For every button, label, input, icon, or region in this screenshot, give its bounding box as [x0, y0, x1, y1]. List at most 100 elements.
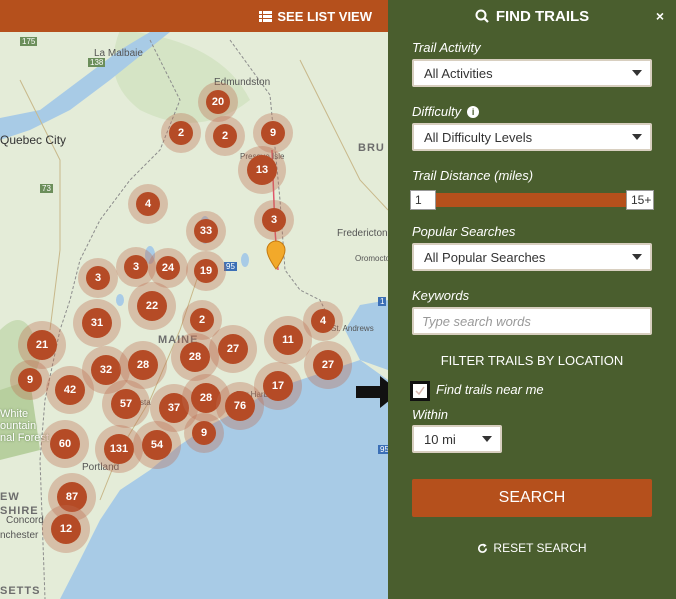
distance-slider-track[interactable]: [412, 193, 652, 207]
road-shield: 175: [20, 37, 38, 46]
chevron-down-icon: [632, 254, 642, 260]
cluster-count: 20: [206, 90, 230, 114]
trail-cluster[interactable]: 2: [161, 113, 201, 153]
difficulty-value: All Difficulty Levels: [424, 129, 533, 145]
cluster-count: 9: [18, 368, 42, 392]
popular-searches-select[interactable]: All Popular Searches: [412, 243, 652, 271]
cluster-count: 19: [194, 259, 218, 283]
cluster-count: 21: [27, 330, 57, 360]
cluster-count: 54: [142, 430, 172, 460]
road-shield: 95: [378, 445, 388, 454]
filter-by-location-heading: FILTER TRAILS BY LOCATION: [440, 353, 624, 368]
place-label: nchester: [0, 530, 39, 541]
cluster-count: 3: [262, 208, 286, 232]
trail-cluster[interactable]: 57: [102, 380, 150, 428]
panel-header: FIND TRAILS ×: [388, 0, 676, 32]
popular-label-text: Popular Searches: [412, 224, 516, 239]
place-label: Fredericton: [337, 228, 388, 239]
reset-search-label: RESET SEARCH: [493, 541, 587, 555]
distance-min-handle[interactable]: 1: [410, 190, 436, 210]
see-list-view-button[interactable]: SEE LIST VIEW: [259, 9, 372, 24]
trail-cluster[interactable]: 2: [205, 116, 245, 156]
trail-cluster[interactable]: 22: [128, 282, 176, 330]
cluster-count: 60: [50, 429, 80, 459]
within-label-text: Within: [412, 407, 449, 422]
popular-searches-label: Popular Searches: [412, 224, 515, 239]
cluster-count: 13: [247, 155, 277, 185]
see-list-view-label: SEE LIST VIEW: [277, 8, 372, 24]
keywords-label: Keywords: [412, 288, 469, 303]
cluster-count: 22: [137, 291, 167, 321]
place-label: Concord: [6, 515, 44, 526]
info-icon[interactable]: i: [467, 105, 480, 118]
reset-search-button[interactable]: RESET SEARCH: [388, 541, 676, 555]
cluster-count: 11: [273, 325, 303, 355]
popular-value: All Popular Searches: [424, 249, 546, 265]
location-pin-icon[interactable]: [266, 240, 286, 270]
trail-cluster[interactable]: 27: [209, 325, 257, 373]
trail-cluster[interactable]: 4: [128, 184, 168, 224]
keywords-label-text: Keywords: [412, 288, 470, 303]
trail-activity-label: Trail Activity: [412, 40, 481, 55]
trail-activity-select[interactable]: All Activities: [412, 59, 652, 87]
trail-cluster[interactable]: 19: [186, 251, 226, 291]
refresh-icon: [478, 542, 488, 553]
difficulty-select[interactable]: All Difficulty Levels: [412, 123, 652, 151]
cluster-count: 2: [213, 124, 237, 148]
search-button[interactable]: SEARCH: [412, 479, 652, 517]
difficulty-label: Difficulty i: [412, 104, 480, 119]
place-label: Oromocto: [355, 254, 388, 263]
trail-cluster[interactable]: 12: [42, 505, 90, 553]
cluster-count: 31: [82, 308, 112, 338]
cluster-count: 4: [311, 309, 335, 333]
list-icon: [259, 10, 273, 22]
trail-cluster[interactable]: 33: [186, 211, 226, 251]
trail-cluster[interactable]: 13: [238, 146, 286, 194]
close-button[interactable]: ×: [656, 8, 664, 24]
trail-cluster[interactable]: 54: [133, 421, 181, 469]
trail-cluster[interactable]: 3: [78, 258, 118, 298]
chevron-down-icon: [632, 134, 642, 140]
keywords-input[interactable]: Type search words: [412, 307, 652, 335]
find-near-me-checkbox[interactable]: [410, 381, 430, 401]
trail-map[interactable]: Quebec City La Malbaie Edmundston Presqu…: [0, 0, 388, 599]
within-value: 10 mi: [424, 431, 456, 447]
cluster-count: 27: [313, 350, 343, 380]
trail-cluster[interactable]: 60: [41, 420, 89, 468]
cluster-count: 28: [180, 342, 210, 372]
place-label: Quebec City: [0, 133, 67, 147]
trail-cluster[interactable]: 3: [254, 200, 294, 240]
cluster-count: 57: [111, 389, 141, 419]
trail-cluster[interactable]: 9: [10, 360, 50, 400]
place-label: BRU: [358, 142, 385, 154]
cluster-count: 12: [51, 514, 81, 544]
cluster-count: 32: [91, 355, 121, 385]
cluster-count: 2: [169, 121, 193, 145]
cluster-count: 131: [104, 434, 134, 464]
cluster-count: 9: [192, 421, 216, 445]
trail-cluster[interactable]: 27: [304, 341, 352, 389]
road-shield: 73: [40, 184, 53, 193]
chevron-down-icon: [632, 70, 642, 76]
near-me-label-text: Find trails near me: [436, 382, 544, 397]
cluster-count: 33: [194, 219, 218, 243]
within-select[interactable]: 10 mi: [412, 425, 502, 453]
cluster-count: 24: [156, 256, 180, 280]
cluster-count: 17: [263, 371, 293, 401]
cluster-count: 2: [190, 308, 214, 332]
find-near-me-label: Find trails near me: [436, 382, 544, 397]
search-icon: [475, 9, 489, 23]
trail-cluster[interactable]: 42: [46, 366, 94, 414]
distance-max-handle[interactable]: 15+: [626, 190, 654, 210]
cluster-count: 4: [136, 192, 160, 216]
road-shield: 1: [378, 297, 387, 306]
check-icon: [415, 386, 425, 396]
distance-label: Trail Distance (miles): [412, 168, 533, 183]
cluster-count: 42: [55, 375, 85, 405]
within-label: Within: [412, 407, 448, 422]
panel-title: FIND TRAILS: [495, 7, 590, 25]
trail-cluster[interactable]: 9: [184, 413, 224, 453]
trail-cluster[interactable]: 76: [216, 382, 264, 430]
trail-cluster[interactable]: 31: [73, 299, 121, 347]
find-trails-panel: FIND TRAILS × Trail Activity All Activit…: [388, 0, 676, 599]
